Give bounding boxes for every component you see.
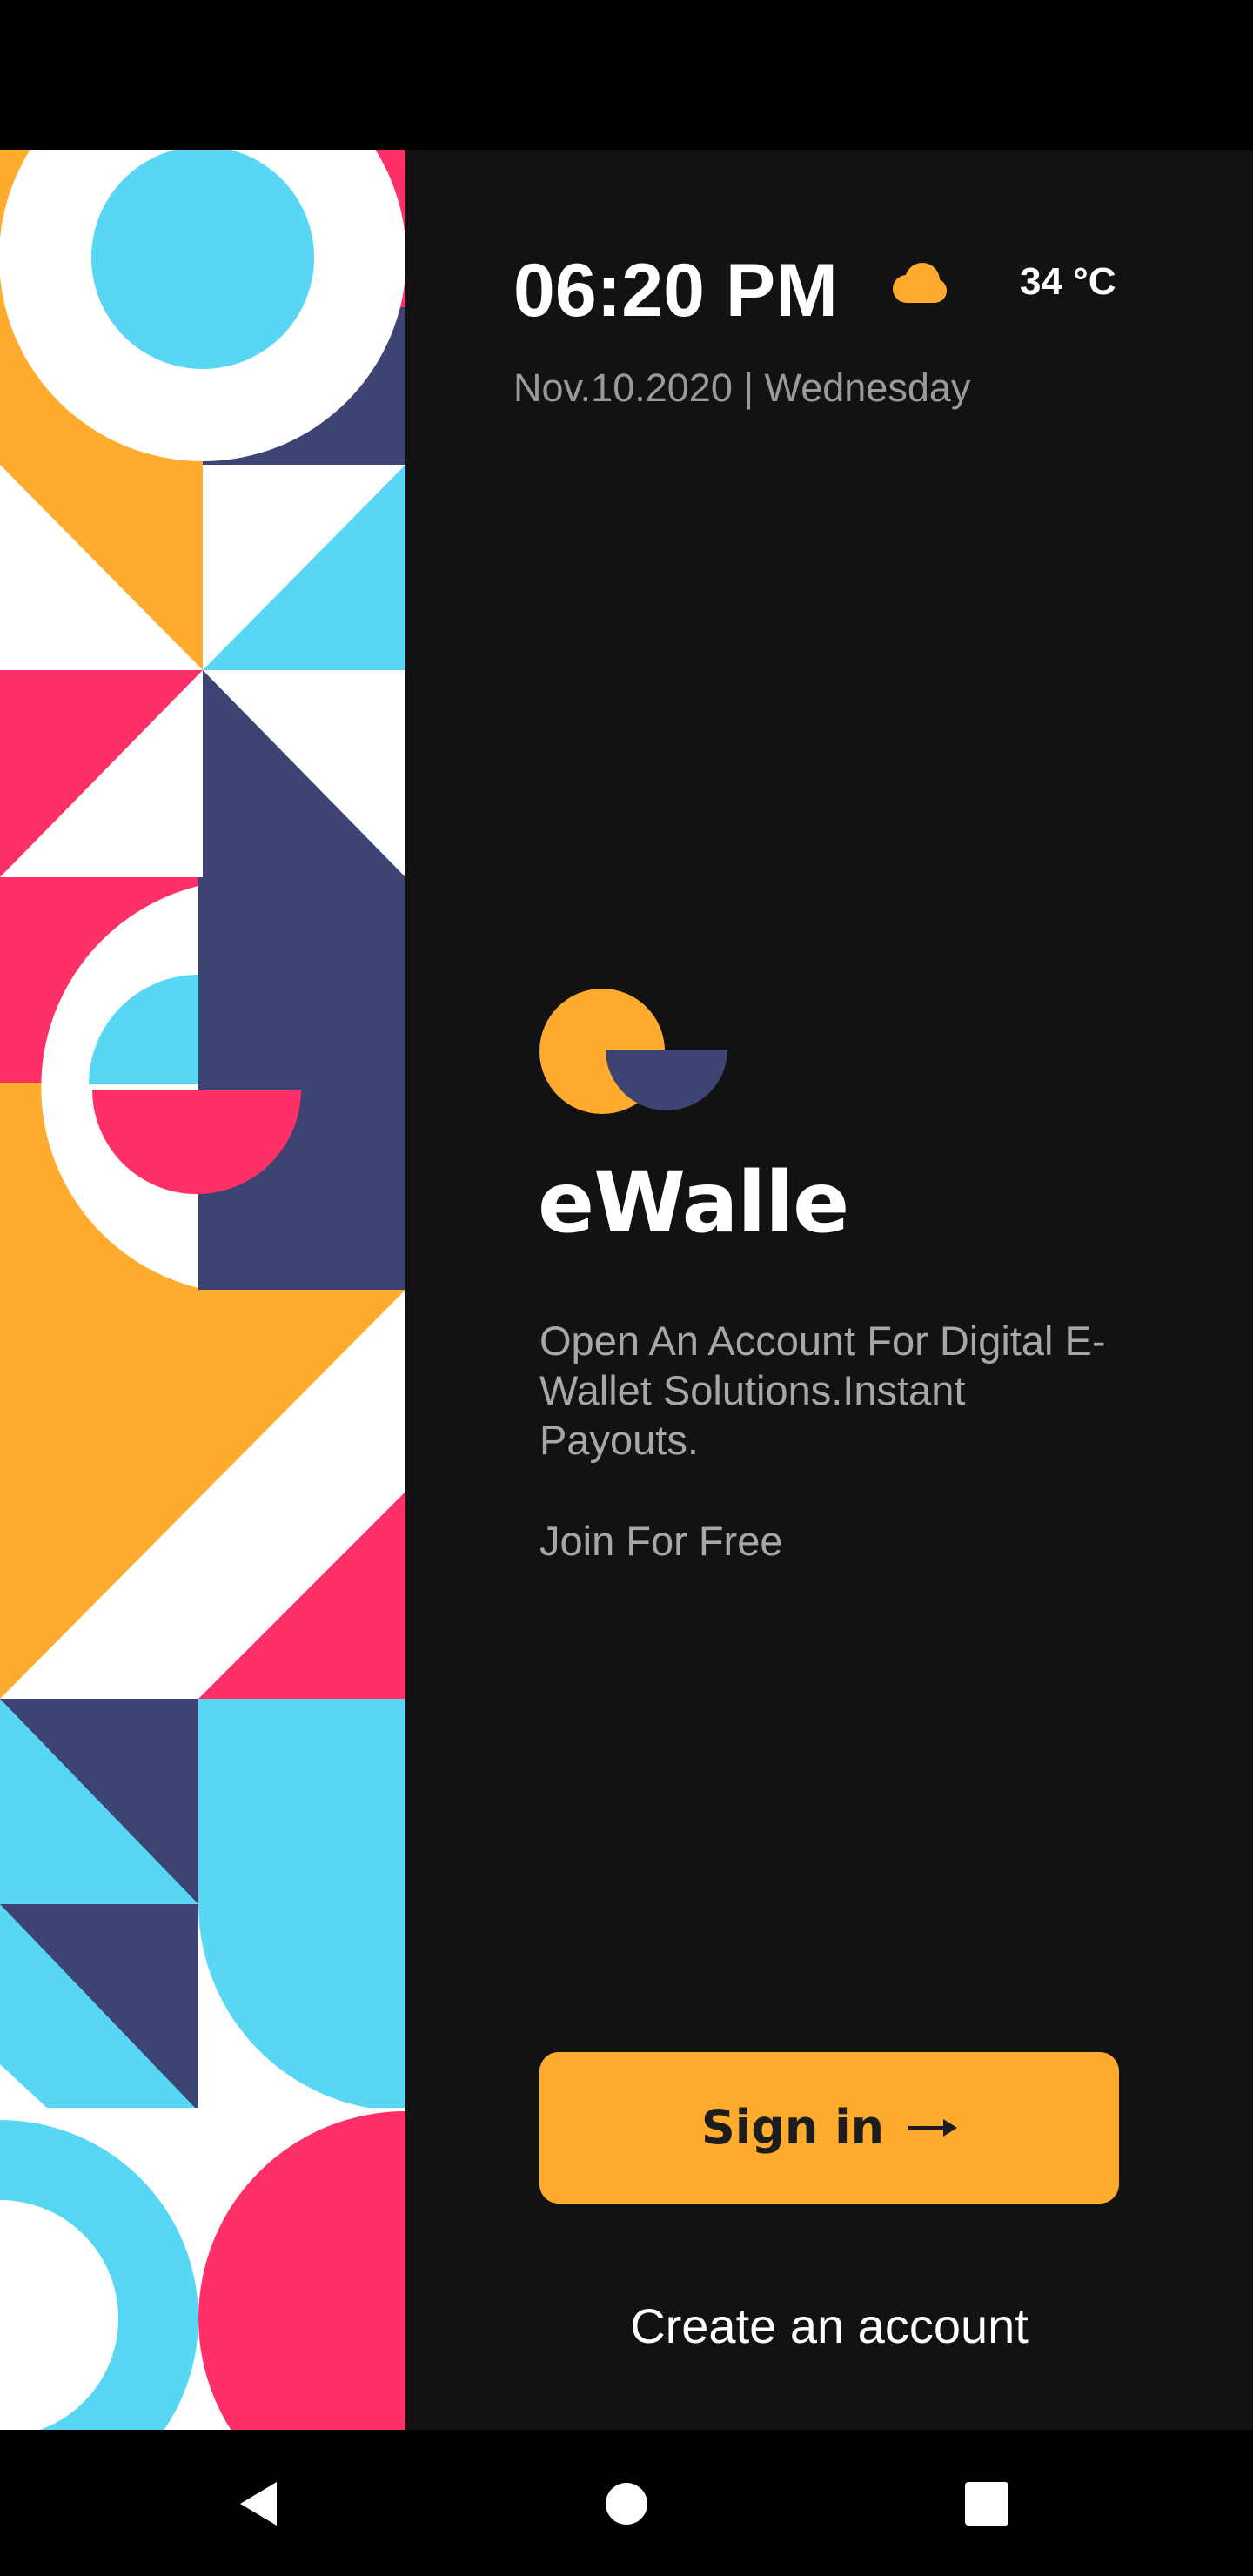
navigation-bar bbox=[0, 2430, 1253, 2576]
ewalle-logo-icon bbox=[539, 989, 727, 1114]
cloud-icon bbox=[893, 263, 947, 303]
decorative-art-panel bbox=[0, 150, 405, 2430]
clock-time: 06:20 PM bbox=[513, 249, 838, 332]
temperature-label: 34 °C bbox=[1020, 260, 1116, 303]
app-name: eWalle bbox=[538, 1154, 849, 1251]
arrow-right-icon bbox=[908, 2119, 958, 2137]
date-label: Nov.10.2020 | Wednesday bbox=[513, 366, 971, 410]
content-panel: 06:20 PM 34 °C Nov.10.2020 | Wednesday e… bbox=[405, 150, 1253, 2430]
back-triangle-icon[interactable] bbox=[223, 2465, 301, 2543]
recents-square-icon[interactable] bbox=[948, 2465, 1026, 2543]
status-bar bbox=[0, 0, 1253, 150]
create-account-link[interactable]: Create an account bbox=[539, 2296, 1119, 2357]
sign-in-label: Sign in bbox=[700, 2100, 885, 2155]
tagline-text: Open An Account For Digital E-Wallet Sol… bbox=[539, 1318, 1106, 1463]
home-circle-icon[interactable] bbox=[587, 2465, 666, 2543]
join-free-text: Join For Free bbox=[539, 1518, 783, 1564]
geometric-pattern-illustration bbox=[0, 150, 405, 2430]
sign-in-button[interactable]: Sign in bbox=[539, 2052, 1119, 2204]
screen: 06:20 PM 34 °C Nov.10.2020 | Wednesday e… bbox=[0, 0, 1253, 2576]
